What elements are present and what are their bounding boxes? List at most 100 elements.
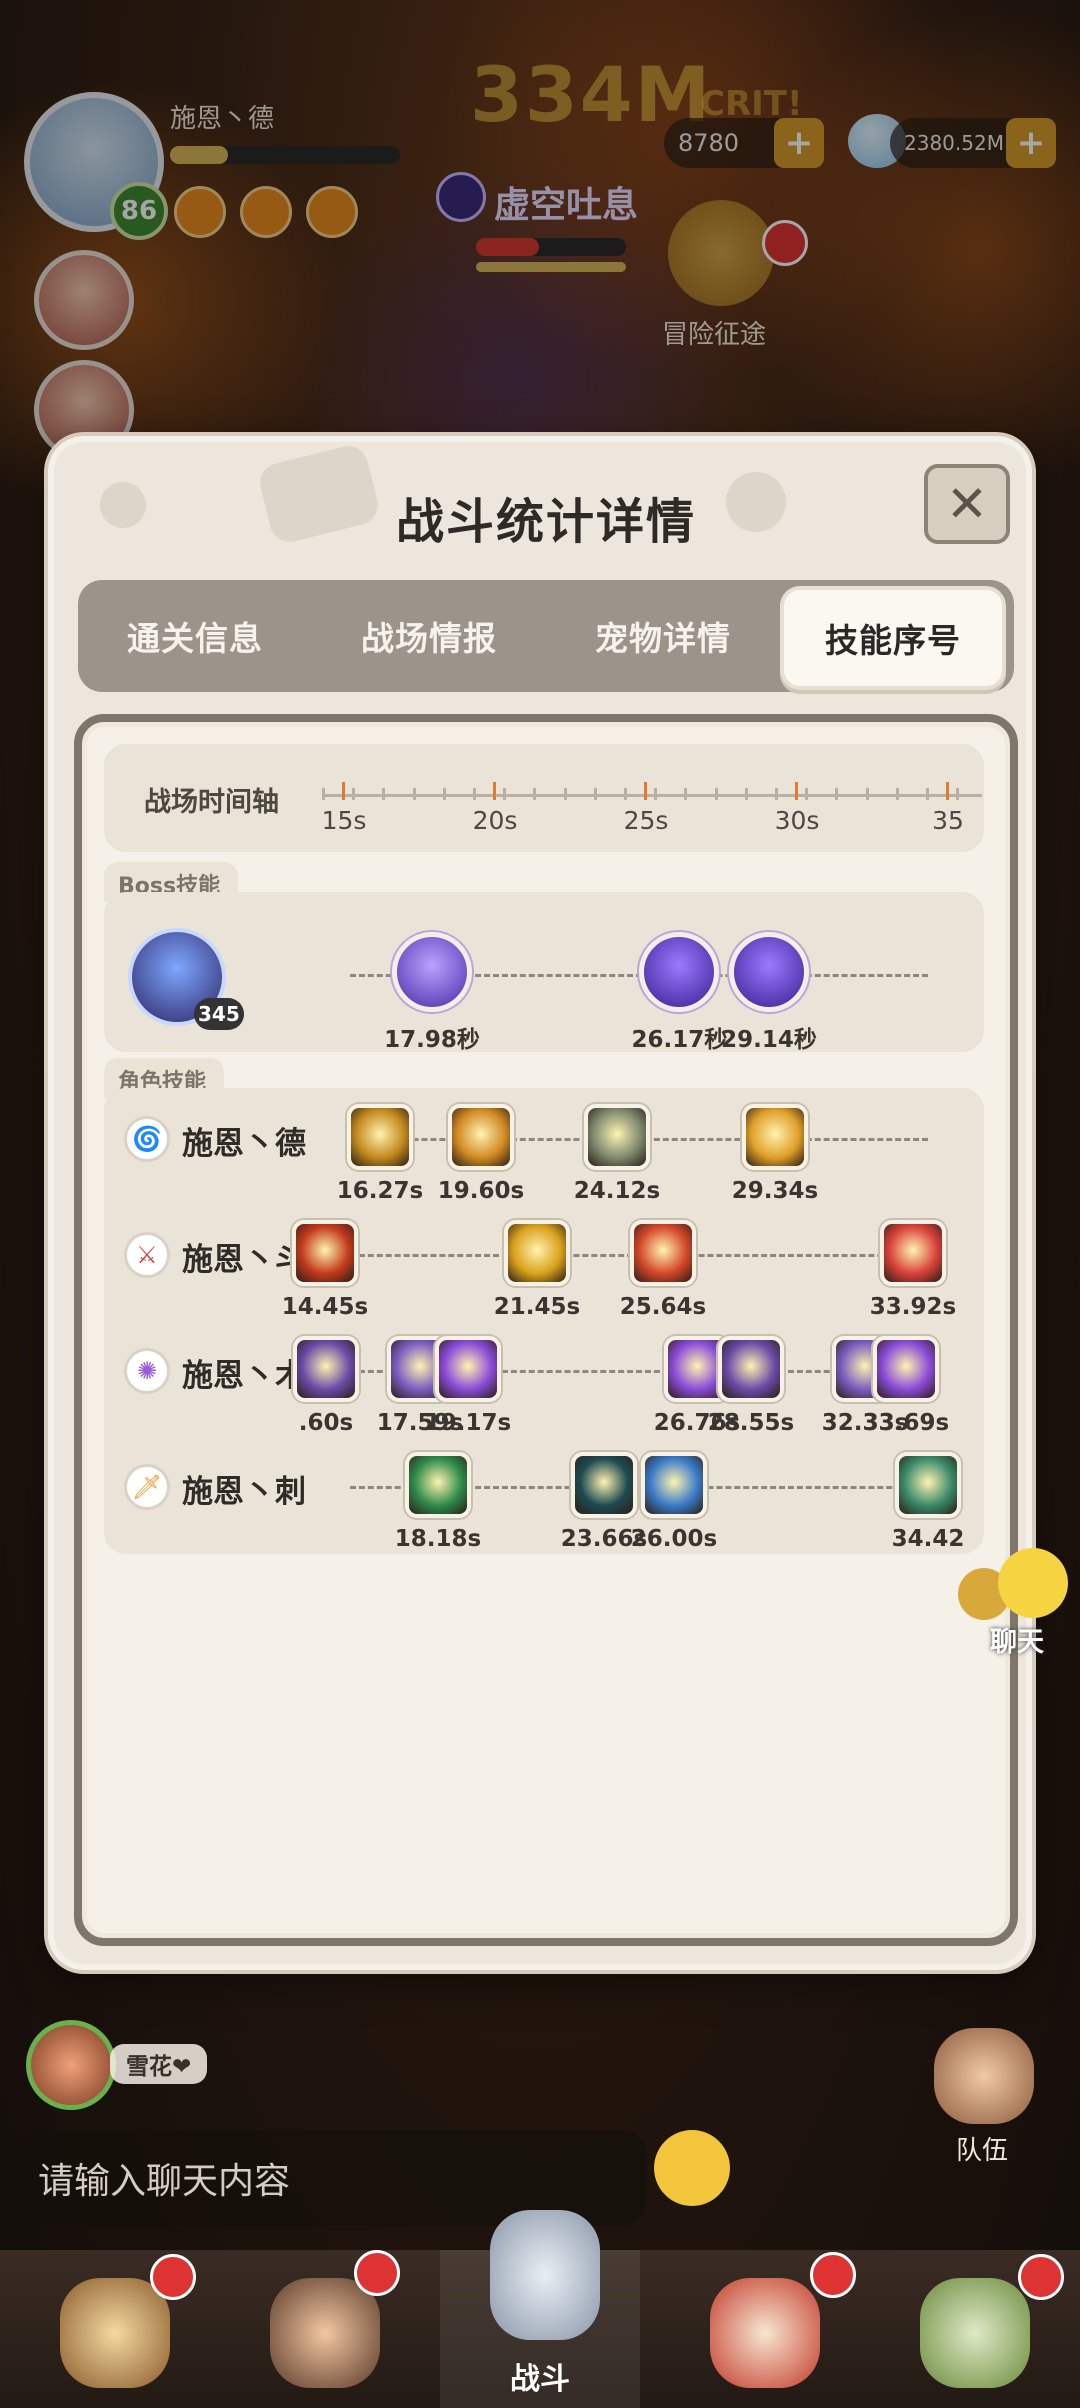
skill-time: 16.27s — [336, 1178, 424, 1204]
void-claw-icon[interactable] — [729, 932, 810, 1012]
chat-player-avatar[interactable] — [26, 2020, 116, 2110]
timeline-minor-tick — [503, 788, 506, 800]
close-icon: ✕ — [946, 475, 988, 533]
skill-icon[interactable] — [630, 1220, 696, 1286]
timeline-minor-tick — [322, 788, 325, 800]
timeline-minor-tick — [866, 788, 869, 800]
battle-icon — [490, 2210, 600, 2340]
timeline-minor-tick — [594, 788, 597, 800]
skill-time: .60s — [298, 1410, 354, 1436]
chieftain-icon — [60, 2278, 170, 2388]
timeline-minor-tick — [654, 788, 657, 800]
skill-icon[interactable] — [347, 1104, 413, 1170]
skill-icon[interactable] — [584, 1104, 650, 1170]
tab-pet-details[interactable]: 宠物详情 — [546, 580, 780, 692]
timeline-minor-tick — [533, 788, 536, 800]
skill-time: 14.45s — [281, 1294, 369, 1320]
notification-bell-icon — [354, 2250, 400, 2296]
timeline-major-tick — [795, 782, 798, 800]
modal-title: 战斗统计详情 — [395, 494, 696, 550]
nav-pet[interactable] — [660, 2250, 860, 2408]
skill-icon[interactable] — [880, 1220, 946, 1286]
timeline-major-tick — [342, 782, 345, 800]
timeline-minor-tick — [382, 788, 385, 800]
water-swirl-icon: 🌀 — [124, 1116, 170, 1162]
void-orb-icon[interactable] — [391, 932, 472, 1012]
character-name: 施恩丶刺 — [182, 1474, 306, 1510]
pet-icon — [710, 2278, 820, 2388]
character-name: 施恩丶术 — [182, 1358, 306, 1394]
character-name: 施恩丶斗 — [182, 1242, 306, 1278]
skill-icon[interactable] — [293, 1336, 359, 1402]
skill-time: 29.34s — [731, 1178, 819, 1204]
team-label[interactable]: 队伍 — [956, 2130, 1008, 2167]
timeline-label: 战场时间轴 — [144, 787, 279, 818]
chat-side-label[interactable]: 聊天 — [990, 1620, 1044, 1659]
nav-battle-label: 战斗 — [510, 2362, 570, 2397]
tribe-icon — [920, 2278, 1030, 2388]
timeline-minor-tick — [926, 788, 929, 800]
timeline-minor-tick — [745, 788, 748, 800]
skill-time: 24.12s — [573, 1178, 661, 1204]
timeline-tick-label: 20s — [472, 806, 518, 835]
skill-time: 18.18s — [394, 1526, 482, 1552]
skill-icon[interactable] — [571, 1452, 637, 1518]
nav-hero[interactable] — [220, 2250, 420, 2408]
boss-skill-time: 17.98秒 — [384, 1027, 480, 1052]
arcane-swirl-icon: ✺ — [124, 1348, 170, 1394]
skill-icon[interactable] — [292, 1220, 358, 1286]
skill-sequence-panel: 战场时间轴 15s 20s 25s 30s 35 Boss技能 345 17.98秒 26… — [74, 714, 1018, 1946]
timeline-minor-tick — [715, 788, 718, 800]
tab-battlefield-intel[interactable]: 战场情报 — [312, 580, 546, 692]
timeline-minor-tick — [352, 788, 355, 800]
timeline-minor-tick — [805, 788, 808, 800]
skill-time: 33.92s — [869, 1294, 957, 1320]
timeline-axis — [322, 794, 982, 797]
skill-time: 33.69s — [862, 1410, 950, 1436]
timeline-minor-tick — [835, 788, 838, 800]
battle-timeline: 战场时间轴 15s 20s 25s 30s 35 — [104, 744, 984, 852]
tab-skill-sequence[interactable]: 技能序号 — [780, 586, 1006, 690]
void-claw-icon[interactable] — [639, 932, 720, 1012]
nav-tribe[interactable] — [870, 2250, 1070, 2408]
skill-icon[interactable] — [742, 1104, 808, 1170]
battle-stats-modal: 战斗统计详情 ✕ 通关信息 战场情报 宠物详情 技能序号 战场时间轴 15s 20… — [48, 436, 1032, 1970]
timeline-minor-tick — [564, 788, 567, 800]
timeline-tick-label: 30s — [774, 806, 820, 835]
boss-cast-count: 345 — [194, 998, 244, 1030]
hero-icon — [270, 2278, 380, 2388]
crossed-swords-icon: ⚔ — [124, 1232, 170, 1278]
nav-chieftain[interactable] — [10, 2250, 210, 2408]
tab-clear-info[interactable]: 通关信息 — [78, 580, 312, 692]
skill-time: 34.42 — [891, 1526, 965, 1552]
notification-bell-icon — [150, 2254, 196, 2300]
notification-bell-icon — [1018, 2254, 1064, 2300]
tab-bar: 通关信息 战场情报 宠物详情 技能序号 — [78, 580, 1014, 692]
nav-battle[interactable]: 战斗 — [440, 2210, 640, 2408]
timeline-minor-tick — [775, 788, 778, 800]
skill-time: 21.45s — [493, 1294, 581, 1320]
team-icon[interactable] — [934, 2028, 1034, 2124]
skill-icon[interactable] — [895, 1452, 961, 1518]
skill-icon[interactable] — [448, 1104, 514, 1170]
skill-icon[interactable] — [641, 1452, 707, 1518]
role-skills-section: 🌀 施恩丶德 16.27s 19.60s 24.12s 29.34s ⚔ 施恩丶斗 14.45s… — [104, 1088, 984, 1554]
emoji-icon[interactable] — [654, 2130, 730, 2206]
boss-skill-time: 29.14秒 — [721, 1027, 817, 1052]
timeline-minor-tick — [956, 788, 959, 800]
timeline-major-tick — [493, 782, 496, 800]
chat-player-name: 雪花❤ — [110, 2044, 208, 2084]
timeline-minor-tick — [896, 788, 899, 800]
bottom-nav: 战斗 — [0, 2210, 1080, 2408]
timeline-minor-tick — [684, 788, 687, 800]
close-button[interactable]: ✕ — [924, 464, 1010, 544]
skill-icon[interactable] — [873, 1336, 939, 1402]
character-name: 施恩丶德 — [182, 1126, 306, 1162]
timeline-minor-tick — [624, 788, 627, 800]
skill-icon[interactable] — [435, 1336, 501, 1402]
skill-icon[interactable] — [718, 1336, 784, 1402]
timeline-minor-tick — [443, 788, 446, 800]
skill-icon[interactable] — [504, 1220, 570, 1286]
skill-icon[interactable] — [405, 1452, 471, 1518]
timeline-minor-tick — [473, 788, 476, 800]
